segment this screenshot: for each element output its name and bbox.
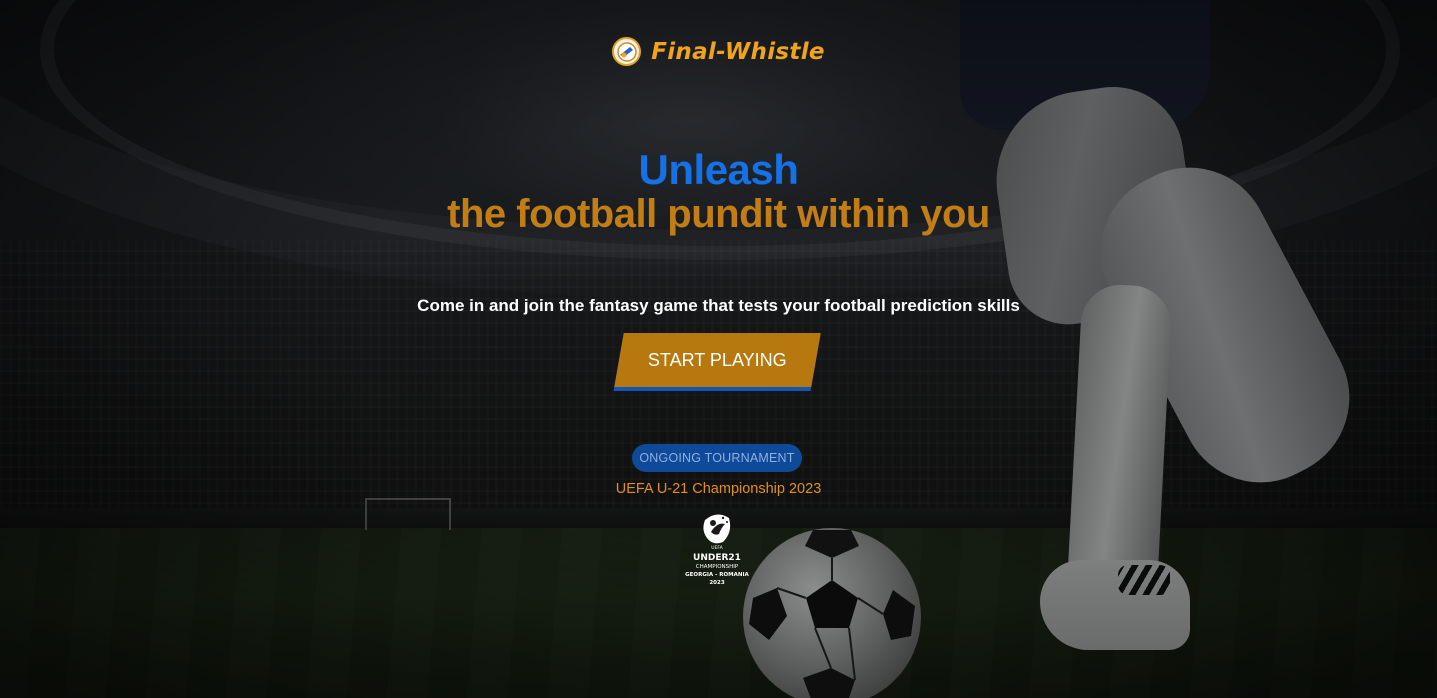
start-playing-button[interactable]: START PLAYING	[614, 333, 821, 387]
hero-subtitle: Come in and join the fantasy game that t…	[417, 296, 1020, 315]
logo-hosts-text: GEORGIA - ROMANIA	[685, 572, 749, 578]
ongoing-tournament-badge: ONGOING TOURNAMENT	[632, 444, 802, 472]
hero-headline: Unleash the football pundit within you	[0, 146, 1437, 237]
start-playing-label: START PLAYING	[648, 349, 787, 370]
logo-year-text: 2023	[709, 580, 725, 586]
logo-under21-text: UNDER21	[693, 553, 741, 563]
brand-name: Final-Whistle	[651, 38, 825, 65]
logo-uefa-text: UEFA	[711, 546, 723, 551]
logo-championship-text: CHAMPIONSHIP	[695, 564, 739, 570]
uefa-under21-logo: UEFA UNDER21 CHAMPIONSHIP GEORGIA - ROMA…	[683, 512, 751, 592]
brand-header[interactable]: Final-Whistle	[0, 37, 1437, 66]
headline-line-1: Unleash	[638, 146, 799, 193]
headline-line-2: the football pundit within you	[447, 192, 990, 236]
trophy-player-icon	[703, 514, 731, 544]
tournament-name: UEFA U-21 Championship 2023	[615, 481, 822, 497]
whistle-ball-icon	[612, 37, 642, 66]
